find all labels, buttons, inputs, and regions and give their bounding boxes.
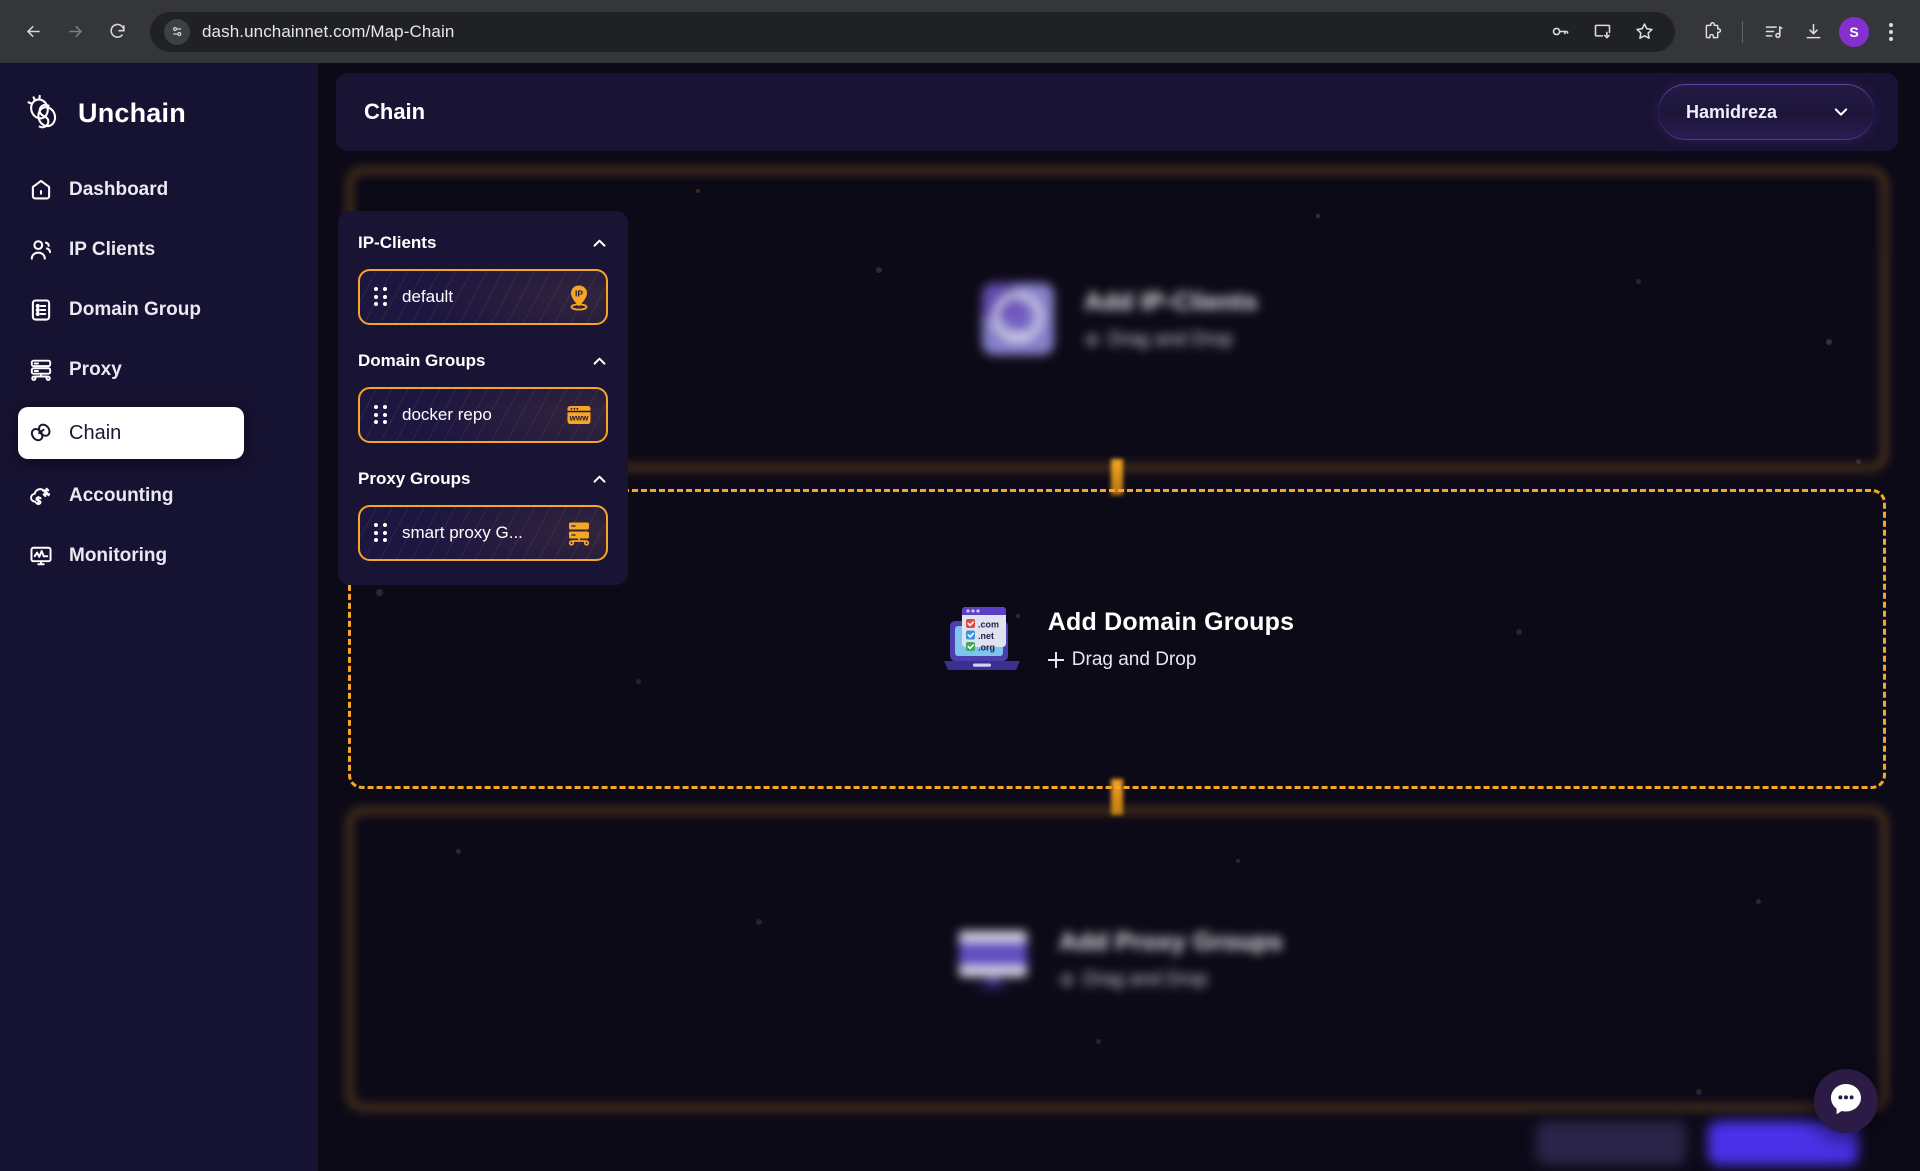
www-browser-icon: www: [564, 400, 594, 430]
user-name: Hamidreza: [1686, 102, 1777, 123]
extensions-puzzle-icon[interactable]: [1693, 13, 1731, 51]
chat-widget-button[interactable]: [1814, 1069, 1878, 1133]
plus-icon: [1084, 332, 1100, 348]
chevron-down-icon: [1832, 103, 1850, 121]
app-root: Unchain Dashboard IP Clients Domain Grou: [0, 63, 1920, 1171]
toolbar-divider: [1742, 21, 1743, 43]
zone-title: Add Domain Groups: [1048, 608, 1294, 637]
svg-text:.org: .org: [978, 643, 995, 653]
zone-subtitle-wrap: Drag and Drop: [1059, 969, 1283, 991]
back-button[interactable]: [14, 13, 52, 51]
cancel-button[interactable]: [1536, 1121, 1686, 1165]
sidebar-item-chain[interactable]: Chain: [18, 407, 244, 459]
laptop-domains-illustration: .com .net .org: [940, 597, 1024, 681]
chevron-up-icon[interactable]: [591, 471, 608, 488]
chevron-up-icon[interactable]: [591, 235, 608, 252]
zone-subtitle: Drag and Drop: [1108, 329, 1233, 351]
sidebar-item-label: Dashboard: [69, 179, 168, 201]
zone-subtitle: Drag and Drop: [1083, 969, 1208, 991]
profile-avatar[interactable]: S: [1839, 17, 1869, 47]
zone-title: Add IP-Clients: [1084, 288, 1258, 317]
sidebar-item-label: Monitoring: [69, 545, 167, 567]
site-info-icon[interactable]: [164, 19, 190, 45]
sidebar-item-ip-clients[interactable]: IP Clients: [0, 227, 318, 273]
svg-text:.net: .net: [978, 631, 994, 641]
document-icon: [28, 297, 54, 323]
list-item-docker-repo[interactable]: docker repo www: [358, 387, 608, 443]
media-playlist-icon[interactable]: [1754, 13, 1792, 51]
chevron-up-icon[interactable]: [591, 353, 608, 370]
chip-label: default: [402, 287, 550, 307]
section-title: Domain Groups: [358, 351, 486, 371]
zone-subtitle-wrap: Drag and Drop: [1084, 329, 1258, 351]
monitor-proxy-illustration: [951, 917, 1035, 1001]
bookmark-star-icon[interactable]: [1625, 13, 1663, 51]
accounting-icon: [28, 483, 54, 509]
sidebar-item-monitoring[interactable]: Monitoring: [0, 533, 318, 579]
sidebar-item-domain-group[interactable]: Domain Group: [0, 287, 318, 333]
sidebar: Unchain Dashboard IP Clients Domain Grou: [0, 63, 318, 1171]
section-header-ip-clients[interactable]: IP-Clients: [358, 233, 608, 253]
chip-label: docker repo: [402, 405, 550, 425]
chat-bubble-icon: [1827, 1080, 1865, 1123]
reload-button[interactable]: [98, 13, 136, 51]
unchain-logo-icon: [24, 93, 64, 133]
sidebar-item-proxy[interactable]: Proxy: [0, 347, 318, 393]
browser-extra-actions: S: [1693, 13, 1906, 51]
section-header-domain-groups[interactable]: Domain Groups: [358, 351, 608, 371]
svg-text:.com: .com: [978, 620, 999, 630]
sidebar-item-label: Domain Group: [69, 299, 201, 321]
zone-subtitle: Drag and Drop: [1072, 649, 1197, 671]
groups-panel: IP-Clients default IP Domain Groups: [338, 211, 628, 585]
proxy-server-icon: [564, 518, 594, 548]
url-text: dash.unchainnet.com/Map-Chain: [202, 22, 454, 42]
install-app-icon[interactable]: [1583, 13, 1621, 51]
sidebar-item-label: Chain: [69, 422, 121, 445]
home-icon: [28, 177, 54, 203]
plus-icon: [1048, 652, 1064, 668]
users-icon: [28, 237, 54, 263]
browser-toolbar: dash.unchainnet.com/Map-Chain S: [0, 0, 1920, 63]
svg-text:IP: IP: [575, 288, 583, 298]
user-dropdown[interactable]: Hamidreza: [1658, 84, 1874, 140]
page-header: Chain Hamidreza: [336, 73, 1898, 151]
content-area: Chain Hamidreza: [318, 63, 1920, 1171]
brand[interactable]: Unchain: [0, 85, 318, 141]
svg-text:www: www: [569, 413, 589, 422]
chip-label: smart proxy G...: [402, 523, 550, 543]
ip-location-illustration: [976, 277, 1060, 361]
sidebar-nav: Dashboard IP Clients Domain Group Proxy: [0, 167, 318, 579]
address-bar[interactable]: dash.unchainnet.com/Map-Chain: [150, 12, 1675, 52]
bottom-action-bar: [336, 1115, 1898, 1171]
zone-title: Add Proxy Groups: [1059, 928, 1283, 957]
drag-handle-icon[interactable]: [374, 405, 388, 425]
section-title: Proxy Groups: [358, 469, 470, 489]
list-item-default[interactable]: default IP: [358, 269, 608, 325]
drop-zone-proxy-groups[interactable]: Add Proxy Groups Drag and Drop: [348, 809, 1886, 1109]
sidebar-item-dashboard[interactable]: Dashboard: [0, 167, 318, 213]
sidebar-item-label: IP Clients: [69, 239, 155, 261]
downloads-icon[interactable]: [1794, 13, 1832, 51]
ip-pin-icon: IP: [564, 282, 594, 312]
forward-button[interactable]: [56, 13, 94, 51]
section-title: IP-Clients: [358, 233, 436, 253]
brand-name: Unchain: [78, 98, 186, 129]
plus-icon: [1059, 972, 1075, 988]
sidebar-item-accounting[interactable]: Accounting: [0, 473, 318, 519]
server-icon: [28, 357, 54, 383]
save-password-icon[interactable]: [1541, 13, 1579, 51]
section-header-proxy-groups[interactable]: Proxy Groups: [358, 469, 608, 489]
page-title: Chain: [364, 99, 425, 125]
monitor-icon: [28, 543, 54, 569]
sidebar-item-label: Accounting: [69, 485, 174, 507]
chain-link-icon: [28, 420, 54, 446]
drag-handle-icon[interactable]: [374, 287, 388, 307]
browser-menu-icon[interactable]: [1876, 23, 1906, 41]
sidebar-item-label: Proxy: [69, 359, 122, 381]
list-item-smart-proxy-group[interactable]: smart proxy G...: [358, 505, 608, 561]
zone-subtitle-wrap: Drag and Drop: [1048, 649, 1294, 671]
drag-handle-icon[interactable]: [374, 523, 388, 543]
